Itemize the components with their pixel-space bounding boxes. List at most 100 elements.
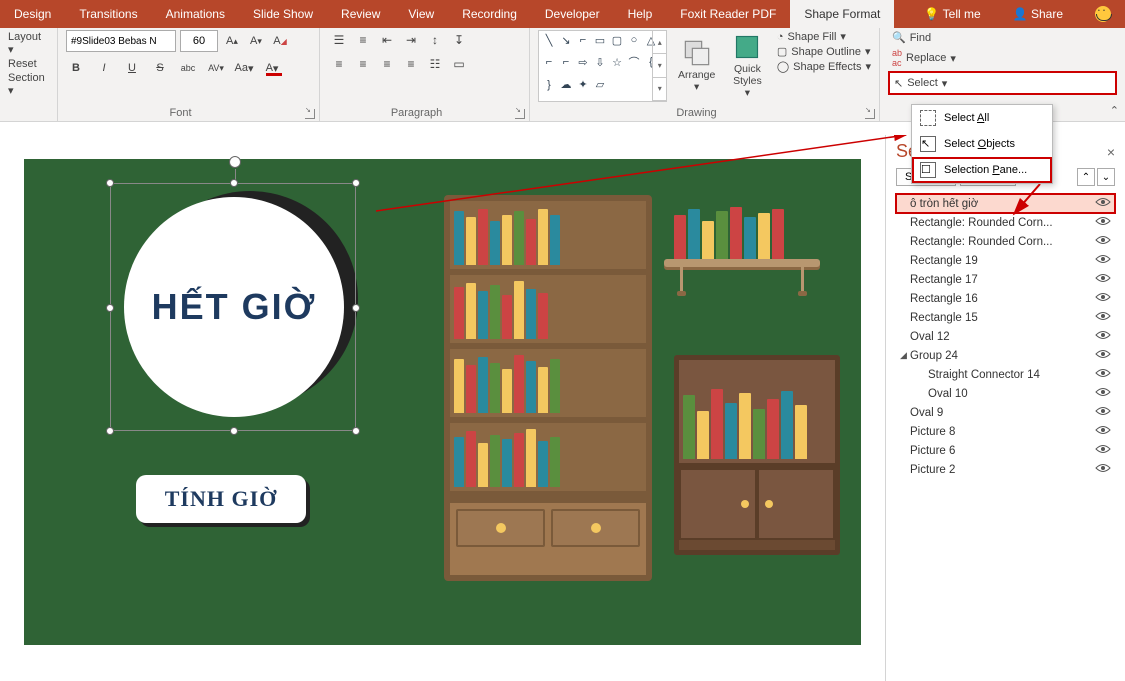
underline-button[interactable]: U xyxy=(122,58,142,78)
shape-l-icon[interactable]: ⌐ xyxy=(558,55,574,69)
selection-bounding-box[interactable] xyxy=(110,183,356,431)
tab-developer[interactable]: Developer xyxy=(531,0,614,28)
shape-roundrect-icon[interactable]: ▢ xyxy=(609,33,625,47)
char-spacing-button[interactable]: AV▾ xyxy=(206,58,226,78)
shapes-scroll[interactable]: ▴▾▾ xyxy=(652,31,666,101)
find-button[interactable]: 🔍Find xyxy=(888,30,1117,45)
font-size-input[interactable] xyxy=(180,30,218,52)
shape-callout-icon[interactable]: ☁ xyxy=(558,78,574,92)
shape-star-icon[interactable]: ☆ xyxy=(609,55,625,69)
rotate-handle[interactable] xyxy=(229,156,241,168)
numbering-button[interactable]: ≡ xyxy=(352,30,374,50)
quick-styles-button[interactable]: Quick Styles▾ xyxy=(726,30,769,102)
convert-smartart-button[interactable]: ▭ xyxy=(448,54,470,74)
change-case-button[interactable]: Aa▾ xyxy=(234,58,254,78)
align-left-button[interactable]: ≡ xyxy=(328,54,350,74)
tab-shape-format[interactable]: Shape Format xyxy=(790,0,894,28)
tab-review[interactable]: Review xyxy=(327,0,394,28)
user-avatar[interactable] xyxy=(1081,6,1125,22)
increase-indent-button[interactable]: ⇥ xyxy=(400,30,422,50)
reset-button[interactable]: Reset xyxy=(8,57,49,71)
object-list-item[interactable]: Oval 9 xyxy=(896,403,1115,422)
object-list-item[interactable]: Rectangle 17 xyxy=(896,270,1115,289)
font-dialog-launcher[interactable] xyxy=(305,109,315,119)
visibility-toggle-icon[interactable] xyxy=(1095,254,1111,267)
object-list-item[interactable]: Rectangle: Rounded Corn... xyxy=(896,232,1115,251)
resize-handle-bl[interactable] xyxy=(106,427,114,435)
tab-transitions[interactable]: Transitions xyxy=(65,0,151,28)
object-list-item[interactable]: ô tròn hết giờ xyxy=(896,194,1115,213)
visibility-toggle-icon[interactable] xyxy=(1095,387,1111,400)
visibility-toggle-icon[interactable] xyxy=(1095,273,1111,286)
tab-design[interactable]: Design xyxy=(0,0,65,28)
resize-handle-tr[interactable] xyxy=(352,179,360,187)
bold-button[interactable]: B xyxy=(66,58,86,78)
section-button[interactable]: Section ▾ xyxy=(8,71,49,98)
visibility-toggle-icon[interactable] xyxy=(1095,425,1111,438)
object-list-item[interactable]: Oval 10 xyxy=(896,384,1115,403)
tab-view[interactable]: View xyxy=(394,0,448,28)
shape-rect-icon[interactable]: ▭ xyxy=(592,33,608,47)
arrange-button[interactable]: Arrange▾ xyxy=(675,30,718,102)
font-color-button[interactable]: A▾ xyxy=(262,58,282,78)
tab-help[interactable]: Help xyxy=(614,0,667,28)
object-list-item[interactable]: Rectangle 15 xyxy=(896,308,1115,327)
send-backward-button[interactable]: ⌄ xyxy=(1097,168,1115,186)
shape-effects-button[interactable]: ◯Shape Effects ▾ xyxy=(777,60,871,73)
object-list-item[interactable]: ◢Group 24 xyxy=(896,346,1115,365)
close-selection-pane-button[interactable]: × xyxy=(1107,144,1115,160)
selection-pane-item[interactable]: ☐ Selection Pane... xyxy=(912,157,1052,183)
shape-oval-icon[interactable]: ○ xyxy=(626,33,642,47)
italic-button[interactable]: I xyxy=(94,58,114,78)
shape-fill-button[interactable]: ◔Shape Fill ▾ xyxy=(777,30,871,43)
share-button[interactable]: 👤 Share xyxy=(999,7,1077,21)
shape-star4-icon[interactable]: ✦ xyxy=(575,78,591,92)
clear-formatting-button[interactable]: A◢ xyxy=(270,31,290,51)
text-shadow-button[interactable]: abc xyxy=(178,58,198,78)
tab-slideshow[interactable]: Slide Show xyxy=(239,0,327,28)
shape-arrow-icon[interactable]: ↘ xyxy=(558,33,574,47)
tab-animations[interactable]: Animations xyxy=(152,0,239,28)
shape-outline-button[interactable]: ▢Shape Outline ▾ xyxy=(777,45,871,58)
bring-forward-button[interactable]: ⌃ xyxy=(1077,168,1095,186)
object-list-item[interactable]: Oval 12 xyxy=(896,327,1115,346)
visibility-toggle-icon[interactable] xyxy=(1095,368,1111,381)
text-direction-button[interactable]: ↧ xyxy=(448,30,470,50)
font-name-input[interactable] xyxy=(66,30,176,52)
visibility-toggle-icon[interactable] xyxy=(1095,311,1111,324)
resize-handle-tl[interactable] xyxy=(106,179,114,187)
shape-curve-icon[interactable]: ⌒ xyxy=(626,55,642,69)
shapes-gallery[interactable]: ╲ ↘ ⌐ ▭ ▢ ○ △ ⌐ ⌐ ⇨ ⇩ ☆ ⌒ { } ☁ ✦ ▱ ▴▾▾ xyxy=(538,30,667,102)
resize-handle-mr[interactable] xyxy=(352,304,360,312)
resize-handle-tm[interactable] xyxy=(230,179,238,187)
select-all-item[interactable]: Select All xyxy=(912,105,1052,131)
tell-me-button[interactable]: 💡 Tell me xyxy=(910,7,994,21)
visibility-toggle-icon[interactable] xyxy=(1095,330,1111,343)
object-list-item[interactable]: Rectangle: Rounded Corn... xyxy=(896,213,1115,232)
drawing-dialog-launcher[interactable] xyxy=(865,109,875,119)
select-objects-item[interactable]: ↖ Select Objects xyxy=(912,131,1052,157)
tab-foxit[interactable]: Foxit Reader PDF xyxy=(666,0,790,28)
shape-arrow2-icon[interactable]: ⇨ xyxy=(575,55,591,69)
slide-canvas[interactable]: HẾT GIỜ TÍNH GIỜ xyxy=(24,159,861,645)
object-list-item[interactable]: Straight Connector 14 xyxy=(896,365,1115,384)
object-list-item[interactable]: Rectangle 19 xyxy=(896,251,1115,270)
visibility-toggle-icon[interactable] xyxy=(1095,292,1111,305)
resize-handle-ml[interactable] xyxy=(106,304,114,312)
visibility-toggle-icon[interactable] xyxy=(1095,406,1111,419)
shape-brace2-icon[interactable]: } xyxy=(541,78,557,92)
align-right-button[interactable]: ≡ xyxy=(376,54,398,74)
object-list-item[interactable]: Picture 2 xyxy=(896,460,1115,479)
shape-elbow-icon[interactable]: ⌐ xyxy=(541,55,557,69)
justify-button[interactable]: ≡ xyxy=(400,54,422,74)
bullets-button[interactable]: ☰ xyxy=(328,30,350,50)
visibility-toggle-icon[interactable] xyxy=(1095,197,1111,210)
visibility-toggle-icon[interactable] xyxy=(1095,349,1111,362)
shape-action-icon[interactable]: ▱ xyxy=(592,78,608,92)
tab-recording[interactable]: Recording xyxy=(448,0,531,28)
resize-handle-br[interactable] xyxy=(352,427,360,435)
decrease-indent-button[interactable]: ⇤ xyxy=(376,30,398,50)
strikethrough-button[interactable]: S xyxy=(150,58,170,78)
visibility-toggle-icon[interactable] xyxy=(1095,235,1111,248)
align-center-button[interactable]: ≡ xyxy=(352,54,374,74)
